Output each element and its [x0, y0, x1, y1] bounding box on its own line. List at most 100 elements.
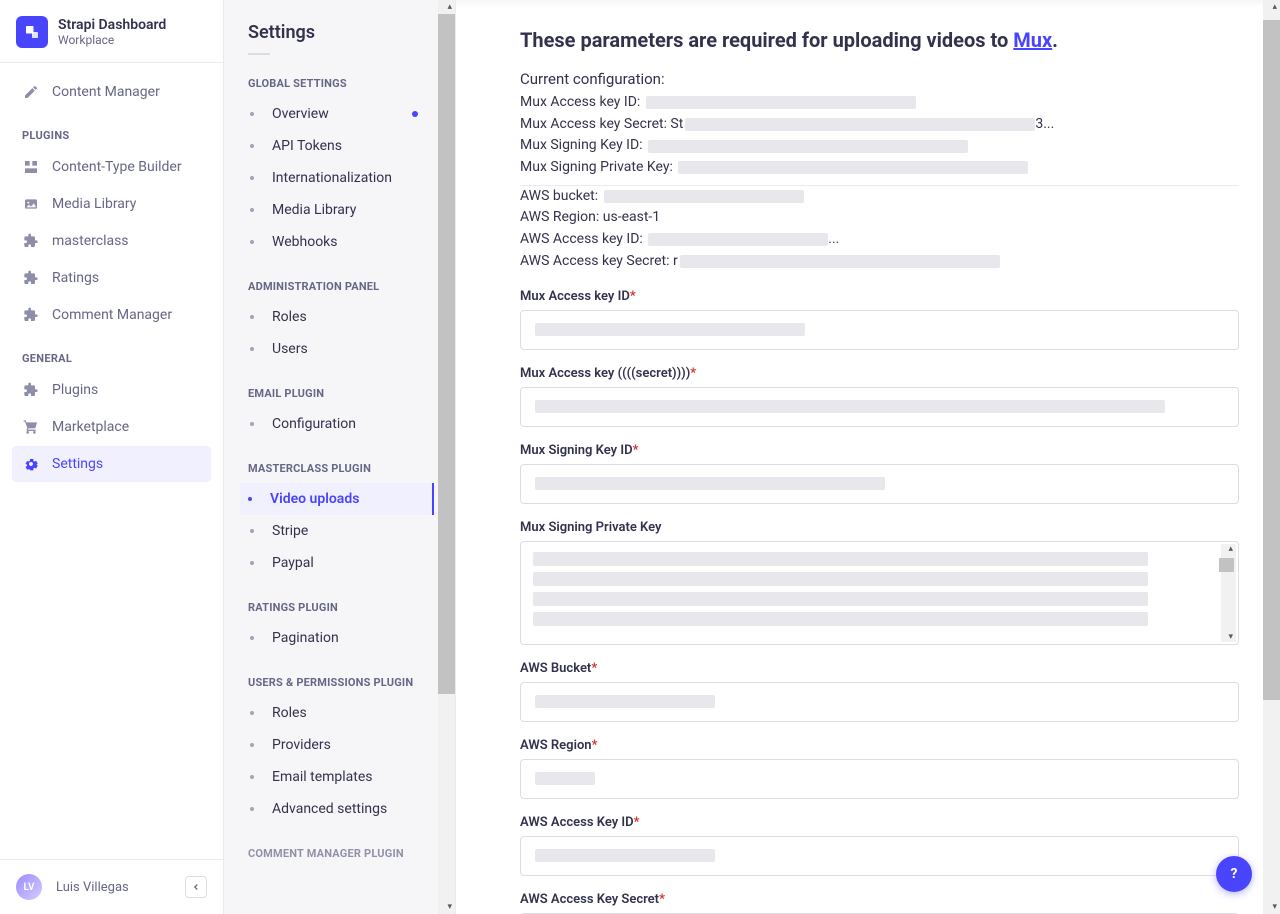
page-heading: These parameters are required for upload… — [520, 28, 1239, 52]
cfg-aws-access-key-secret: AWS Access key Secret: r — [520, 251, 1239, 273]
subnav-media-library[interactable]: Media Library — [248, 194, 438, 226]
nav-label: Comment Manager — [52, 307, 172, 323]
nav-label: Content Manager — [52, 84, 160, 100]
puzzle-icon — [22, 232, 40, 250]
nav-ratings[interactable]: Ratings — [12, 260, 211, 296]
input-aws-bucket[interactable] — [520, 682, 1239, 722]
nav-label: masterclass — [52, 233, 129, 249]
input-mux-access-key-id[interactable] — [520, 310, 1239, 350]
subnav-pagination[interactable]: Pagination — [248, 622, 438, 654]
nav-label: Settings — [52, 456, 103, 472]
textarea-mux-signing-private-key[interactable]: ▴ ▾ — [520, 541, 1239, 645]
pen-icon — [22, 83, 40, 101]
mux-link[interactable]: Mux — [1013, 28, 1052, 52]
subnav-section-admin: ADMINISTRATION PANEL — [248, 280, 438, 293]
puzzle-icon — [22, 306, 40, 324]
nav-content-manager[interactable]: Content Manager — [12, 74, 211, 110]
puzzle-icon — [22, 269, 40, 287]
section-plugins: PLUGINS — [12, 111, 211, 148]
label-aws-access-key-id: AWS Access Key ID* — [520, 815, 1239, 830]
subnav-video-uploads[interactable]: Video uploads — [240, 483, 434, 515]
nav-content-type-builder[interactable]: Content-Type Builder — [12, 149, 211, 185]
subnav-admin-users[interactable]: Users — [248, 333, 438, 365]
nav-label: Ratings — [52, 270, 99, 286]
subnav-paypal[interactable]: Paypal — [248, 547, 438, 579]
subnav-webhooks[interactable]: Webhooks — [248, 226, 438, 258]
subnav-i18n[interactable]: Internationalization — [248, 162, 438, 194]
subnav-section-ratings: RATINGS PLUGIN — [248, 601, 438, 614]
label-mux-access-key-id: Mux Access key ID* — [520, 289, 1239, 304]
textarea-scrollbar[interactable]: ▴ ▾ — [1221, 544, 1236, 642]
scrollbar-thumb[interactable] — [1263, 20, 1280, 700]
layout-icon — [22, 158, 40, 176]
label-mux-signing-private-key: Mux Signing Private Key — [520, 520, 1239, 535]
subnav-admin-roles[interactable]: Roles — [248, 301, 438, 333]
subnav-section-commentmgr: COMMENT MANAGER PLUGIN — [248, 847, 438, 860]
subnav-api-tokens[interactable]: API Tokens — [248, 130, 438, 162]
subnav-section-usersperm: USERS & PERMISSIONS PLUGIN — [248, 676, 438, 689]
cfg-aws-region: AWS Region: us-east-1 — [520, 207, 1239, 229]
label-mux-signing-key-id: Mux Signing Key ID* — [520, 443, 1239, 458]
subnav-section-global: GLOBAL SETTINGS — [248, 77, 438, 90]
main-scrollbar[interactable]: ▴ ▾ — [1263, 0, 1280, 914]
settings-subnav: ▴ ▾ Settings GLOBAL SETTINGS Overview AP… — [224, 0, 456, 914]
subnav-up-roles[interactable]: Roles — [248, 697, 438, 729]
notification-dot-icon — [412, 111, 418, 117]
scroll-up-arrow-icon[interactable]: ▴ — [1272, 2, 1277, 12]
cfg-mux-signing-private-key: Mux Signing Private Key: — [520, 157, 1239, 179]
nav-media-library[interactable]: Media Library — [12, 186, 211, 222]
nav-label: Marketplace — [52, 419, 129, 435]
scroll-up-arrow-icon[interactable]: ▴ — [447, 2, 452, 12]
brand-title: Strapi Dashboard — [58, 17, 166, 33]
nav-label: Content-Type Builder — [52, 159, 182, 175]
scroll-down-arrow-icon[interactable]: ▾ — [1272, 902, 1277, 912]
avatar[interactable]: LV — [16, 874, 42, 900]
subnav-overview[interactable]: Overview — [248, 98, 438, 130]
label-aws-region: AWS Region* — [520, 738, 1239, 753]
label-aws-bucket: AWS Bucket* — [520, 661, 1239, 676]
scrollbar-thumb[interactable] — [438, 14, 455, 694]
label-aws-access-key-secret: AWS Access Key Secret* — [520, 892, 1239, 907]
nav-settings[interactable]: Settings — [12, 446, 211, 482]
image-icon — [22, 195, 40, 213]
current-config-title: Current configuration: — [520, 70, 1239, 88]
subnav-title: Settings — [248, 22, 438, 55]
cfg-aws-bucket: AWS bucket: — [520, 186, 1239, 208]
nav-masterclass[interactable]: masterclass — [12, 223, 211, 259]
nav-marketplace[interactable]: Marketplace — [12, 409, 211, 445]
user-name: Luis Villegas — [56, 880, 129, 895]
puzzle-icon — [22, 381, 40, 399]
cfg-mux-signing-key-id: Mux Signing Key ID: — [520, 135, 1239, 157]
subnav-up-providers[interactable]: Providers — [248, 729, 438, 761]
subnav-email-config[interactable]: Configuration — [248, 408, 438, 440]
sidebar-footer: LV Luis Villegas — [0, 859, 223, 914]
main-content: ▴ ▾ These parameters are required for up… — [456, 0, 1280, 914]
cfg-mux-access-key-id: Mux Access key ID: — [520, 92, 1239, 114]
subnav-up-advanced[interactable]: Advanced settings — [248, 793, 438, 825]
scroll-down-arrow-icon[interactable]: ▾ — [447, 902, 452, 912]
nav-label: Plugins — [52, 382, 98, 398]
cfg-aws-access-key-id: AWS Access key ID: ... — [520, 229, 1239, 251]
section-general: GENERAL — [12, 334, 211, 371]
input-mux-signing-key-id[interactable] — [520, 464, 1239, 504]
input-aws-region[interactable] — [520, 759, 1239, 799]
nav-label: Media Library — [52, 196, 136, 212]
label-mux-access-key-secret: Mux Access key ((((secret))))* — [520, 366, 1239, 381]
nav-plugins[interactable]: Plugins — [12, 372, 211, 408]
strapi-logo-icon — [16, 16, 48, 48]
subnav-section-masterclass: MASTERCLASS PLUGIN — [248, 462, 438, 475]
input-aws-access-key-id[interactable] — [520, 836, 1239, 876]
input-mux-access-key-secret[interactable] — [520, 387, 1239, 427]
cfg-mux-access-key-secret: Mux Access key Secret: St3... — [520, 114, 1239, 136]
gear-icon — [22, 455, 40, 473]
subnav-scrollbar[interactable]: ▴ ▾ — [438, 0, 455, 914]
subnav-stripe[interactable]: Stripe — [248, 515, 438, 547]
cart-icon — [22, 418, 40, 436]
main-sidebar: Strapi Dashboard Workplace Content Manag… — [0, 0, 224, 914]
nav-comment-manager[interactable]: Comment Manager — [12, 297, 211, 333]
brand-header: Strapi Dashboard Workplace — [0, 0, 223, 63]
help-button[interactable]: ? — [1216, 856, 1252, 892]
subnav-up-email-templates[interactable]: Email templates — [248, 761, 438, 793]
brand-subtitle: Workplace — [58, 33, 166, 47]
collapse-sidebar-button[interactable] — [185, 876, 207, 898]
